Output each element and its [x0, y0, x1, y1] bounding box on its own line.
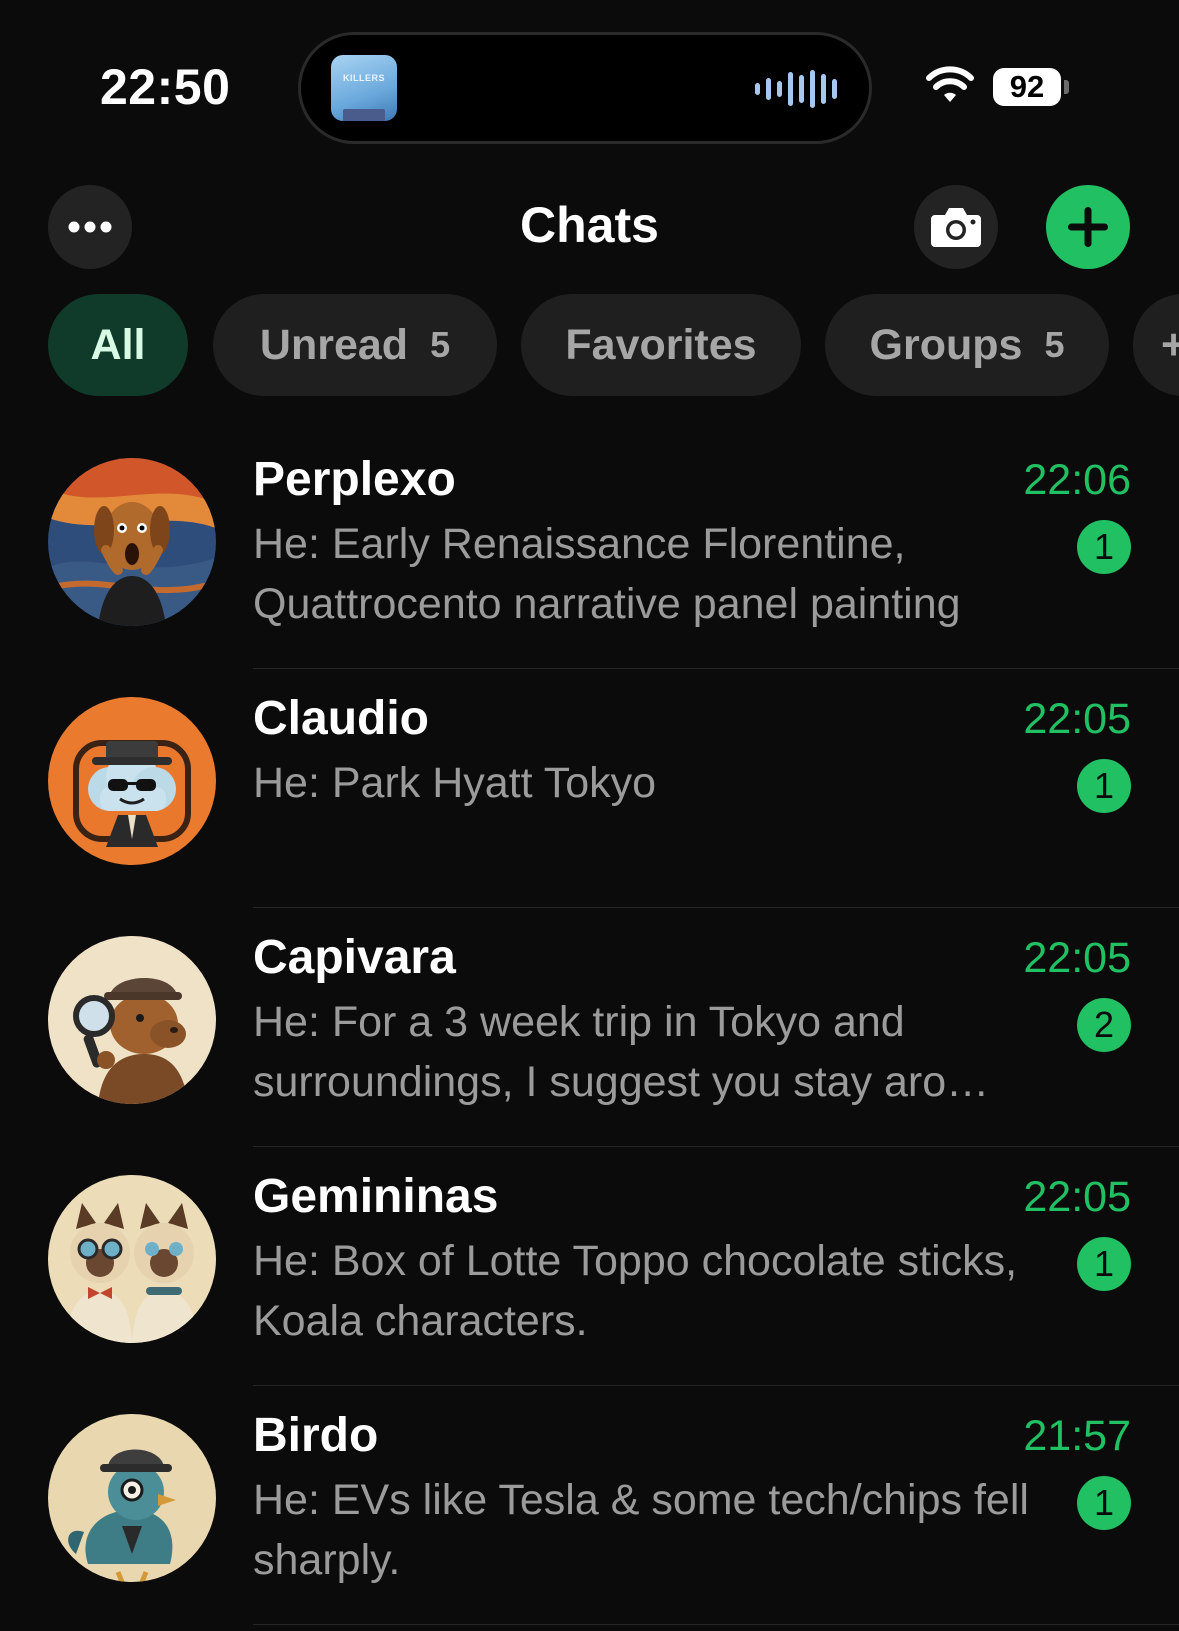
chat-name: Capivara: [253, 931, 456, 984]
chat-time: 21:57: [1023, 1412, 1131, 1460]
chat-row[interactable]: Birdo 21:57 He: EVs like Tesla & some te…: [0, 1386, 1179, 1625]
unread-badge: 1: [1077, 520, 1131, 574]
unread-badge: 1: [1077, 759, 1131, 813]
filter-chip-label: Favorites: [565, 320, 757, 369]
chat-preview: He: Park Hyatt Tokyo: [253, 759, 657, 807]
chat-time: 22:05: [1023, 934, 1131, 982]
filter-chip-count: 5: [430, 324, 451, 365]
chat-row[interactable]: Capivara 22:05 He: For a 3 week trip in …: [0, 908, 1179, 1147]
status-bar: 22:50 KILLERS 92: [0, 0, 1179, 170]
chat-time: 22:05: [1023, 695, 1131, 743]
chat-list: Perplexo 22:06 He: Early Renaissance Flo…: [0, 430, 1179, 1625]
unread-badge: 1: [1077, 1237, 1131, 1291]
chat-name: Claudio: [253, 692, 429, 745]
chat-time: 22:05: [1023, 1173, 1131, 1221]
capybara-detective-avatar[interactable]: [48, 936, 216, 1104]
dynamic-island[interactable]: KILLERS: [298, 32, 872, 144]
filter-chip-count: 5: [1044, 324, 1065, 365]
filter-chip-unread[interactable]: Unread 5: [213, 294, 497, 396]
now-playing-artwork-shape: [343, 109, 385, 121]
chat-row[interactable]: Gemininas 22:05 He: Box of Lotte Toppo c…: [0, 1147, 1179, 1386]
cloud-detective-avatar[interactable]: [48, 697, 216, 865]
unread-badge: 2: [1077, 998, 1131, 1052]
new-chat-button[interactable]: [1046, 185, 1130, 269]
camera-button[interactable]: [914, 185, 998, 269]
wifi-icon: [926, 66, 974, 102]
chat-preview: He: Box of Lotte Toppo chocolate sticks,…: [253, 1237, 1018, 1345]
battery-indicator: 92: [993, 68, 1061, 106]
status-time: 22:50: [100, 59, 231, 115]
camera-icon: [931, 208, 981, 247]
filter-chip-groups[interactable]: Groups 5: [825, 294, 1109, 396]
chat-preview: He: Early Renaissance Florentine, Quattr…: [253, 520, 961, 628]
page-title: Chats: [520, 197, 659, 253]
filter-chip-label: +: [1161, 320, 1179, 369]
filter-chip-label: Groups: [869, 320, 1023, 369]
chat-preview: He: For a 3 week trip in Tokyo and surro…: [253, 998, 990, 1106]
filter-chip-favorites[interactable]: Favorites: [521, 294, 801, 396]
audio-waveform-icon: [755, 69, 837, 109]
filter-chip-label: All: [90, 320, 146, 369]
now-playing-artwork[interactable]: KILLERS: [331, 55, 397, 121]
filter-chip-add[interactable]: +: [1133, 294, 1179, 396]
divider: [253, 1623, 1179, 1625]
now-playing-artwork-text: KILLERS: [342, 73, 385, 83]
filter-chip-label: Unread: [259, 320, 409, 369]
dog-scream-avatar[interactable]: [48, 458, 216, 626]
chat-preview: He: EVs like Tesla & some tech/chips fel…: [253, 1476, 1029, 1584]
plus-icon: [1068, 207, 1108, 247]
chat-name: Gemininas: [253, 1170, 499, 1223]
unread-badge: 1: [1077, 1476, 1131, 1530]
battery-cap: [1064, 80, 1069, 94]
filter-chip-all[interactable]: All: [48, 294, 188, 396]
chat-name: Perplexo: [253, 453, 456, 506]
chat-name: Birdo: [253, 1409, 379, 1462]
twin-cats-avatar[interactable]: [48, 1175, 216, 1343]
chat-time: 22:06: [1023, 456, 1131, 504]
bird-detective-avatar[interactable]: [48, 1414, 216, 1582]
chat-row[interactable]: Claudio 22:05 He: Park Hyatt Tokyo 1: [0, 669, 1179, 908]
chat-row[interactable]: Perplexo 22:06 He: Early Renaissance Flo…: [0, 430, 1179, 669]
